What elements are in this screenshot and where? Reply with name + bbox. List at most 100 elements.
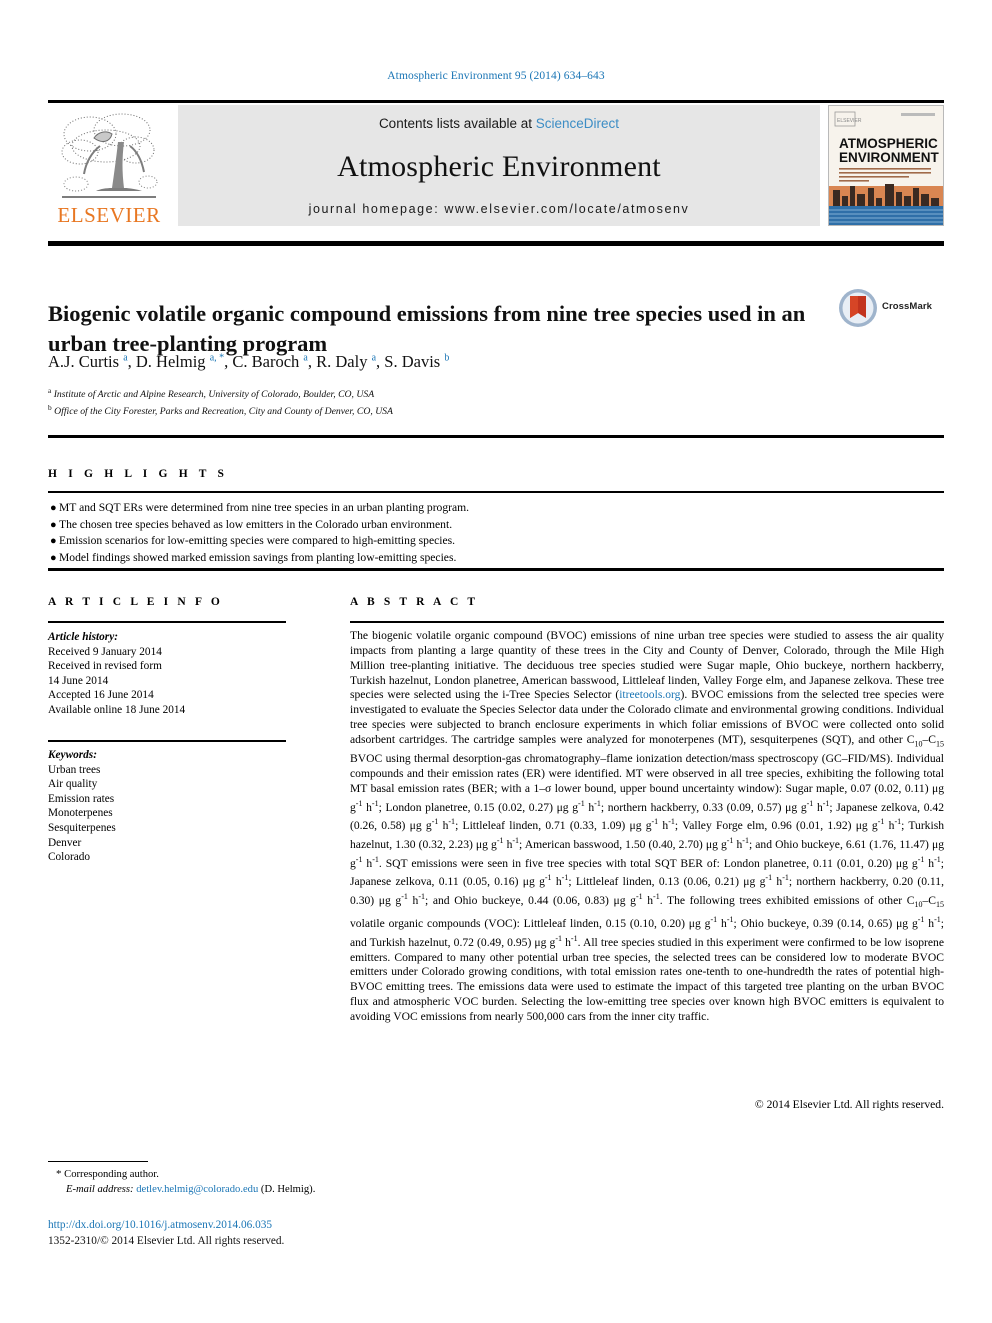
journal-cover-thumbnail: ELSEVIER ATMOSPHERIC ENVIRONMENT: [828, 105, 944, 226]
banner-center-panel: Contents lists available at ScienceDirec…: [178, 105, 820, 226]
corresponding-author-text: Corresponding author.: [64, 1169, 159, 1180]
unit-h: h: [407, 893, 419, 907]
abstract-copyright: © 2014 Elsevier Ltd. All rights reserved…: [754, 1098, 944, 1111]
elsevier-logo: ELSEVIER: [48, 105, 170, 226]
unit-sup: -1: [418, 892, 425, 902]
abstract-part: –C: [922, 732, 936, 746]
keyword-item: Denver: [48, 836, 82, 849]
svg-text:ELSEVIER: ELSEVIER: [837, 118, 862, 124]
journal-title: Atmospheric Environment: [337, 149, 661, 183]
unit-sup: -1: [742, 836, 749, 845]
list-item: ● Model findings showed marked emission s…: [50, 550, 930, 567]
history-line: 14 June 2014: [48, 674, 109, 687]
abstract-body: The biogenic volatile organic compound (…: [350, 629, 944, 1025]
highlight-text: Model findings showed marked emission sa…: [59, 550, 457, 564]
keyword-item: Emission rates: [48, 792, 115, 805]
unit-h: h: [584, 800, 595, 814]
keyword-item: Air quality: [48, 778, 98, 791]
unit-h: h: [733, 837, 743, 851]
highlight-text: The chosen tree species behaved as low e…: [59, 517, 453, 531]
paper-page: Atmospheric Environment 95 (2014) 634–64…: [0, 0, 992, 1323]
abstract-underline: [350, 621, 944, 623]
highlight-text: MT and SQT ERs were determined from nine…: [59, 501, 470, 514]
unit-sup: -1: [782, 873, 789, 883]
crossmark-label: CrossMark: [882, 301, 933, 312]
history-line: Accepted 16 June 2014: [48, 689, 154, 702]
svg-text:ATMOSPHERIC: ATMOSPHERIC: [839, 136, 938, 151]
footnote-block: * Corresponding author. E-mail address: …: [56, 1167, 656, 1197]
affiliation-text-b: Office of the City Forester, Parks and R…: [54, 405, 393, 417]
bullet-icon: ●: [50, 535, 57, 547]
history-line: Available online 18 June 2014: [48, 703, 186, 716]
unit-sup: -1: [635, 892, 643, 902]
highlights-list: ● MT and SQT ERs were determined from nin…: [50, 500, 930, 566]
keyword-item: Urban trees: [48, 763, 101, 776]
abstract-part: ; American basswood, 1.50 (0.40, 2.70) μ…: [519, 837, 727, 851]
journal-banner: ELSEVIER Contents lists available at Sci…: [48, 103, 944, 226]
email-link[interactable]: detlev.helmig@colorado.edu: [136, 1184, 258, 1195]
keywords-label: Keywords:: [48, 749, 97, 761]
affiliations: a Institute of Arctic and Alpine Researc…: [48, 385, 848, 418]
unit-sup: -1: [496, 836, 504, 845]
unit-h: h: [658, 819, 669, 833]
unit-h: h: [562, 935, 571, 949]
bullet-icon: ●: [50, 518, 57, 531]
highlight-text: Emission scenarios for low-emitting spec…: [59, 534, 456, 547]
unit-h: h: [362, 856, 373, 870]
journal-homepage[interactable]: journal homepage: www.elsevier.com/locat…: [309, 202, 690, 216]
keyword-item: Sesquiterpenes: [48, 821, 116, 834]
unit-h: h: [642, 893, 654, 907]
contents-prefix: Contents lists available at: [378, 116, 536, 131]
unit-h: h: [438, 819, 449, 833]
keywords-block: Keywords: Urban trees Air quality Emissi…: [48, 748, 298, 865]
bullet-icon: ●: [50, 551, 57, 564]
article-info-underline: [48, 621, 286, 623]
running-head: Atmospheric Environment 95 (2014) 634–64…: [387, 70, 605, 82]
issn-copyright: 1352-2310/© 2014 Elsevier Ltd. All right…: [48, 1235, 285, 1247]
author-list: A.J. Curtis a, D. Helmig a, *, C. Baroch…: [48, 352, 848, 372]
abstract-part: ; Ohio buckeye, 0.39 (0.14, 0.65) μg g: [733, 916, 918, 930]
article-history: Article history: Received 9 January 2014…: [48, 630, 298, 718]
list-item: ● Emission scenarios for low-emitting spe…: [50, 533, 930, 550]
unit-sup: -1: [544, 873, 552, 883]
abstract-part: ; Littleleaf linden, 0.13 (0.06, 0.21) μ…: [568, 875, 766, 889]
email-label: E-mail address:: [66, 1183, 134, 1195]
abstract-part: –C: [922, 893, 936, 907]
history-line: Received 9 January 2014: [48, 645, 162, 658]
thick-divider: [48, 241, 944, 246]
bullet-icon: ●: [50, 502, 57, 514]
doi-link[interactable]: http://dx.doi.org/10.1016/j.atmosenv.201…: [48, 1219, 272, 1231]
unit-sup: -1: [570, 933, 578, 943]
keywords-top-rule: [48, 740, 286, 742]
cover-artwork: ELSEVIER ATMOSPHERIC ENVIRONMENT: [829, 106, 943, 225]
unit-h: h: [813, 800, 823, 814]
corresponding-author-line: * Corresponding author.: [56, 1167, 656, 1183]
abstract-part: ; Littleleaf linden, 0.71 (0.33, 1.09) μ…: [455, 819, 652, 833]
highlights-underline: [48, 491, 944, 493]
unit-sup: -1: [934, 915, 941, 925]
unit-h: h: [717, 916, 727, 930]
unit-sup: -1: [653, 892, 660, 902]
info-top-rule: [48, 568, 944, 571]
highlights-top-rule: [48, 435, 944, 438]
asterisk-icon: *: [56, 1168, 62, 1180]
abstract-part: volatile organic compounds (VOC): Little…: [350, 916, 711, 930]
elsevier-wordmark: ELSEVIER: [57, 203, 161, 227]
unit-sup: -1: [371, 798, 379, 808]
unit-h: h: [924, 856, 935, 870]
itreetools-link[interactable]: itreetools.org: [619, 688, 680, 701]
unit-sup: -1: [578, 798, 585, 808]
unit-h: h: [924, 916, 935, 930]
affiliation-b: b Office of the City Forester, Parks and…: [48, 402, 848, 419]
sciencedirect-link[interactable]: ScienceDirect: [536, 116, 619, 131]
crossmark-icon: [839, 289, 877, 327]
sub-15: 15: [936, 739, 944, 749]
affiliation-a: a Institute of Arctic and Alpine Researc…: [48, 385, 848, 402]
history-line: Received in revised form: [48, 660, 162, 673]
list-item: ● MT and SQT ERs were determined from nin…: [50, 500, 930, 517]
crossmark-badge[interactable]: CrossMark: [838, 288, 942, 332]
unit-sup: -1: [555, 933, 563, 943]
unit-h: h: [772, 875, 783, 889]
email-suffix: (D. Helmig).: [258, 1183, 316, 1195]
unit-h: h: [551, 875, 562, 889]
